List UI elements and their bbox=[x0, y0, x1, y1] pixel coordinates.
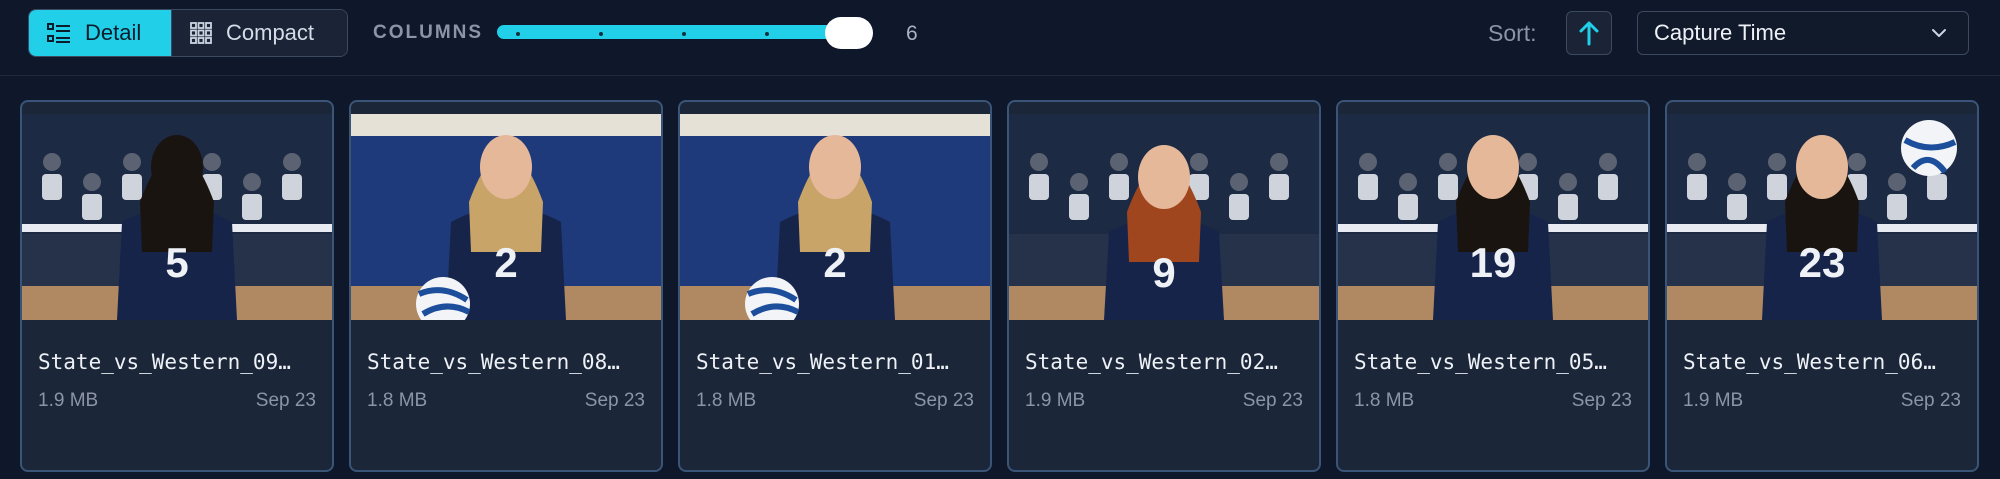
photo-filesize: 1.9 MB bbox=[1025, 390, 1086, 411]
photo-filesize: 1.8 MB bbox=[1354, 390, 1415, 411]
svg-text:5: 5 bbox=[165, 239, 188, 286]
photo-filename: State_vs_Western_05… bbox=[1354, 350, 1607, 374]
photo-grid: 5 State_vs_Western_09… 1.9 MB Sep 23 2 State_… bbox=[0, 100, 2000, 479]
svg-text:19: 19 bbox=[1470, 239, 1517, 286]
photo-filename: State_vs_Western_02… bbox=[1025, 350, 1278, 374]
photo-filename: State_vs_Western_06… bbox=[1683, 350, 1936, 374]
photo-date: Sep 23 bbox=[1571, 390, 1632, 411]
chevron-down-icon bbox=[1932, 29, 1946, 37]
view-mode-toggle: Detail Compact bbox=[28, 9, 348, 57]
grid-icon bbox=[190, 22, 212, 44]
photo-thumbnail: 23 bbox=[1667, 114, 1977, 320]
columns-value: 6 bbox=[906, 22, 918, 45]
svg-text:9: 9 bbox=[1152, 249, 1175, 296]
svg-text:2: 2 bbox=[494, 239, 517, 286]
toolbar: Detail Compact COLUMNS 6 Sort: Capture T… bbox=[0, 0, 2000, 76]
photo-card[interactable]: 2 State_vs_Western_08… 1.8 MB Sep 23 bbox=[349, 100, 663, 472]
photo-filesize: 1.8 MB bbox=[696, 390, 757, 411]
photo-filesize: 1.8 MB bbox=[367, 390, 428, 411]
detail-view-button[interactable]: Detail bbox=[29, 10, 172, 56]
photo-card[interactable]: 23 State_vs_Western_06… 1.9 MB Sep 23 bbox=[1665, 100, 1979, 472]
photo-card[interactable]: 2 State_vs_Western_01… 1.8 MB Sep 23 bbox=[678, 100, 992, 472]
sort-field-select[interactable]: Capture Time bbox=[1637, 11, 1969, 55]
photo-card[interactable]: 9 State_vs_Western_02… 1.9 MB Sep 23 bbox=[1007, 100, 1321, 472]
sort-label: Sort: bbox=[1488, 20, 1537, 46]
photo-card[interactable]: 5 State_vs_Western_09… 1.9 MB Sep 23 bbox=[20, 100, 334, 472]
photo-date: Sep 23 bbox=[913, 390, 974, 411]
photo-thumbnail: 2 bbox=[351, 114, 661, 320]
slider-tick bbox=[682, 32, 686, 36]
photo-date: Sep 23 bbox=[255, 390, 316, 411]
slider-tick bbox=[599, 32, 603, 36]
columns-label: COLUMNS bbox=[373, 22, 484, 43]
svg-text:23: 23 bbox=[1799, 239, 1846, 286]
columns-slider[interactable] bbox=[497, 17, 873, 49]
list-icon bbox=[47, 23, 70, 43]
compact-view-label: Compact bbox=[226, 20, 315, 45]
sort-field-value: Capture Time bbox=[1654, 20, 1787, 45]
photo-date: Sep 23 bbox=[1242, 390, 1303, 411]
photo-filename: State_vs_Western_01… bbox=[696, 350, 949, 374]
photo-filename: State_vs_Western_09… bbox=[38, 350, 291, 374]
arrow-up-icon bbox=[1579, 21, 1599, 46]
photo-card[interactable]: 19 State_vs_Western_05… 1.8 MB Sep 23 bbox=[1336, 100, 1650, 472]
slider-tick bbox=[516, 32, 520, 36]
photo-thumbnail: 9 bbox=[1009, 114, 1319, 320]
photo-filesize: 1.9 MB bbox=[1683, 390, 1744, 411]
photo-thumbnail: 2 bbox=[680, 114, 990, 320]
photo-filesize: 1.9 MB bbox=[38, 390, 99, 411]
photo-thumbnail: 19 bbox=[1338, 114, 1648, 320]
slider-tick bbox=[765, 32, 769, 36]
photo-filename: State_vs_Western_08… bbox=[367, 350, 620, 374]
slider-thumb[interactable] bbox=[825, 17, 873, 49]
svg-text:2: 2 bbox=[823, 239, 846, 286]
photo-thumbnail: 5 bbox=[22, 114, 332, 320]
detail-view-label: Detail bbox=[85, 20, 142, 45]
sort-direction-button[interactable] bbox=[1566, 11, 1612, 55]
slider-track bbox=[497, 25, 853, 39]
photo-date: Sep 23 bbox=[584, 390, 645, 411]
photo-date: Sep 23 bbox=[1900, 390, 1961, 411]
compact-view-button[interactable]: Compact bbox=[172, 10, 347, 56]
